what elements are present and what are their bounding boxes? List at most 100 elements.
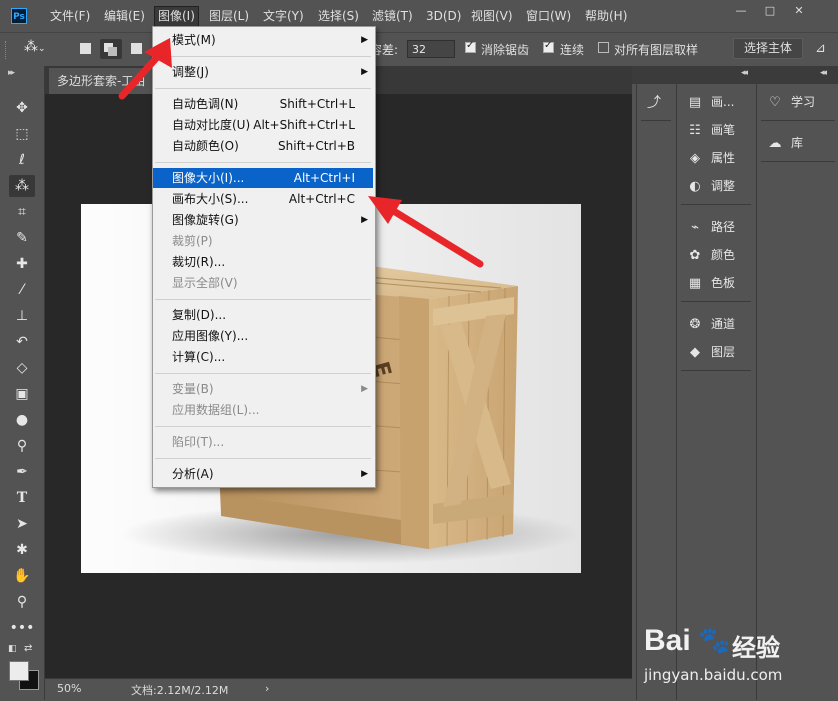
submenu-arrow-icon: ▶ [361, 384, 368, 394]
brush-settings-icon: ▤ [688, 95, 702, 110]
edit-toolbar-icon[interactable]: ••• [9, 617, 35, 639]
tolerance-input[interactable]: 32 [407, 40, 455, 58]
menu-item-label: 陷印(T)... [172, 435, 225, 449]
panel-layers[interactable]: ◆ 图层 [685, 340, 735, 364]
image-menu-item[interactable]: 图像旋转(G) ▶ [153, 210, 373, 230]
brush-tool-icon[interactable]: ⁄ [9, 279, 35, 301]
menu-item-shortcut: Alt+Ctrl+I [293, 171, 355, 185]
dock-collapse-icon-1[interactable]: ◂◂ [741, 68, 748, 78]
menu-item-label: 自动对比度(U) [172, 118, 251, 132]
menu-item-label: 裁剪(P) [172, 234, 213, 248]
photoshop-logo[interactable]: Ps [11, 8, 27, 24]
layers-icon: ◆ [690, 345, 700, 360]
eyedropper-tool-icon[interactable]: ✎ [9, 227, 35, 249]
libraries-icon: ☁ [768, 136, 782, 151]
minimize-button[interactable]: — [730, 3, 752, 19]
menu-layer[interactable]: 图层(L) [206, 6, 252, 26]
toolbar-collapse-icon[interactable]: ▸▸ [8, 68, 15, 78]
panel-learn[interactable]: ♡ 学习 [765, 90, 815, 114]
contiguous-label: 连续 [560, 43, 585, 57]
panel-adjustments[interactable]: ◐ 调整 [685, 174, 735, 198]
panel-label: 画笔 [711, 123, 736, 137]
antialias-checkbox[interactable] [465, 40, 476, 53]
menu-type[interactable]: 文字(Y) [260, 6, 307, 26]
eraser-tool-icon[interactable]: ◇ [9, 357, 35, 379]
color-icon: ✿ [689, 248, 701, 263]
lasso-tool-icon[interactable]: ℓ [9, 149, 35, 171]
image-menu-item[interactable]: 复制(D)... [153, 305, 373, 325]
select-subject-button[interactable]: 选择主体 [733, 38, 803, 59]
menu-filter[interactable]: 滤镜(T) [369, 6, 416, 26]
menu-item-label: 应用图像(Y)... [172, 329, 249, 343]
menu-select[interactable]: 选择(S) [315, 6, 362, 26]
sample-all-layers-checkbox[interactable] [598, 42, 609, 53]
refine-edge-icon[interactable]: ⊿ [815, 41, 826, 56]
status-menu-arrow[interactable]: › [265, 682, 269, 695]
image-menu-item: 变量(B) ▶ [153, 379, 373, 399]
menu-item-shortcut: Alt+Shift+Ctrl+L [253, 118, 355, 132]
new-selection-icon[interactable] [80, 43, 91, 54]
image-menu-item[interactable]: 自动颜色(O) Shift+Ctrl+B [153, 136, 373, 156]
hand-tool-icon[interactable]: ✋ [9, 565, 35, 587]
history-panel-icon[interactable]: ⤴ [647, 92, 661, 112]
menu-bar: Ps 文件(F) 编辑(E) 图像(I) 图层(L) 文字(Y) 选择(S) 滤… [0, 0, 838, 32]
image-menu-item[interactable]: 裁切(R)... [153, 252, 373, 272]
image-menu-item[interactable]: 应用图像(Y)... [153, 326, 373, 346]
menu-edit[interactable]: 编辑(E) [101, 6, 148, 26]
default-colors-icon[interactable]: ◧ [8, 644, 18, 654]
image-menu-item[interactable]: 自动对比度(U) Alt+Shift+Ctrl+L [153, 115, 373, 135]
menu-file[interactable]: 文件(F) [47, 6, 93, 26]
image-menu-item[interactable]: 分析(A) ▶ [153, 464, 373, 484]
blur-tool-icon[interactable]: ● [9, 409, 35, 431]
contiguous-checkbox[interactable] [543, 40, 554, 53]
menu-window[interactable]: 窗口(W) [523, 6, 574, 26]
clone-stamp-tool-icon[interactable]: ⊥ [9, 305, 35, 327]
menu-item-label: 画布大小(S)... [172, 192, 249, 206]
watermark-url: jingyan.baidu.com [644, 666, 783, 684]
custom-shape-tool-icon[interactable]: ✱ [9, 539, 35, 561]
dodge-tool-icon[interactable]: ⚲ [9, 435, 35, 457]
dock-collapse-icon-2[interactable]: ◂◂ [820, 68, 827, 78]
type-tool-icon[interactable]: T [9, 487, 35, 509]
document-info: 文档:2.12M/2.12M [131, 684, 229, 697]
options-grip[interactable] [5, 41, 9, 59]
pen-tool-icon[interactable]: ✒ [9, 461, 35, 483]
menu-image[interactable]: 图像(I) [154, 6, 199, 28]
panel-color[interactable]: ✿ 颜色 [685, 243, 735, 267]
crop-tool-icon[interactable]: ⌗ [9, 201, 35, 223]
path-selection-tool-icon[interactable]: ➤ [9, 513, 35, 535]
panel-label: 学习 [791, 95, 816, 109]
menu-3d[interactable]: 3D(D) [423, 6, 464, 26]
panel-properties[interactable]: ◈ 属性 [685, 146, 735, 170]
panel-swatches[interactable]: ▦ 色板 [685, 271, 735, 295]
zoom-tool-icon[interactable]: ⚲ [9, 591, 35, 613]
history-brush-tool-icon[interactable]: ↶ [9, 331, 35, 353]
move-tool-icon[interactable]: ✥ [9, 97, 35, 119]
zoom-level[interactable]: 50% [57, 682, 81, 695]
image-menu-item[interactable]: 计算(C)... [153, 347, 373, 367]
panel-label: 画... [711, 95, 735, 109]
maximize-button[interactable]: □ [759, 3, 781, 19]
panel-brushes[interactable]: ☷ 画笔 [685, 118, 735, 142]
image-menu-item[interactable]: 图像大小(I)... Alt+Ctrl+I [153, 168, 373, 188]
menu-item-label: 自动颜色(O) [172, 139, 239, 153]
panel-paths[interactable]: ⌁ 路径 [685, 215, 735, 239]
foreground-color-swatch[interactable] [9, 661, 29, 681]
swap-colors-icon[interactable]: ⇄ [24, 643, 32, 654]
panel-brush-settings[interactable]: ▤ 画... [685, 90, 735, 114]
menu-view[interactable]: 视图(V) [468, 6, 516, 26]
menu-help[interactable]: 帮助(H) [582, 6, 630, 26]
tools-panel: ▸▸ ✥ ⬚ ℓ ⁂ ⌗ ✎ ✚ ⁄ ⊥ ↶ ◇ ▣ ● ⚲ ✒ T ➤ ✱ ✋… [0, 66, 45, 700]
healing-brush-tool-icon[interactable]: ✚ [9, 253, 35, 275]
magic-wand-preset-icon[interactable]: ⁂⌄ [24, 39, 54, 59]
gradient-tool-icon[interactable]: ▣ [9, 383, 35, 405]
marquee-tool-icon[interactable]: ⬚ [9, 123, 35, 145]
image-menu-item[interactable]: 画布大小(S)... Alt+Ctrl+C [153, 189, 373, 209]
panel-channels[interactable]: ❂ 通道 [685, 312, 735, 336]
panel-libraries[interactable]: ☁ 库 [765, 131, 804, 155]
panel-divider [681, 301, 751, 302]
magic-wand-tool-icon[interactable]: ⁂ [9, 175, 35, 197]
close-button[interactable]: ✕ [788, 3, 810, 19]
dock-header [632, 66, 838, 84]
submenu-arrow-icon: ▶ [361, 67, 368, 77]
